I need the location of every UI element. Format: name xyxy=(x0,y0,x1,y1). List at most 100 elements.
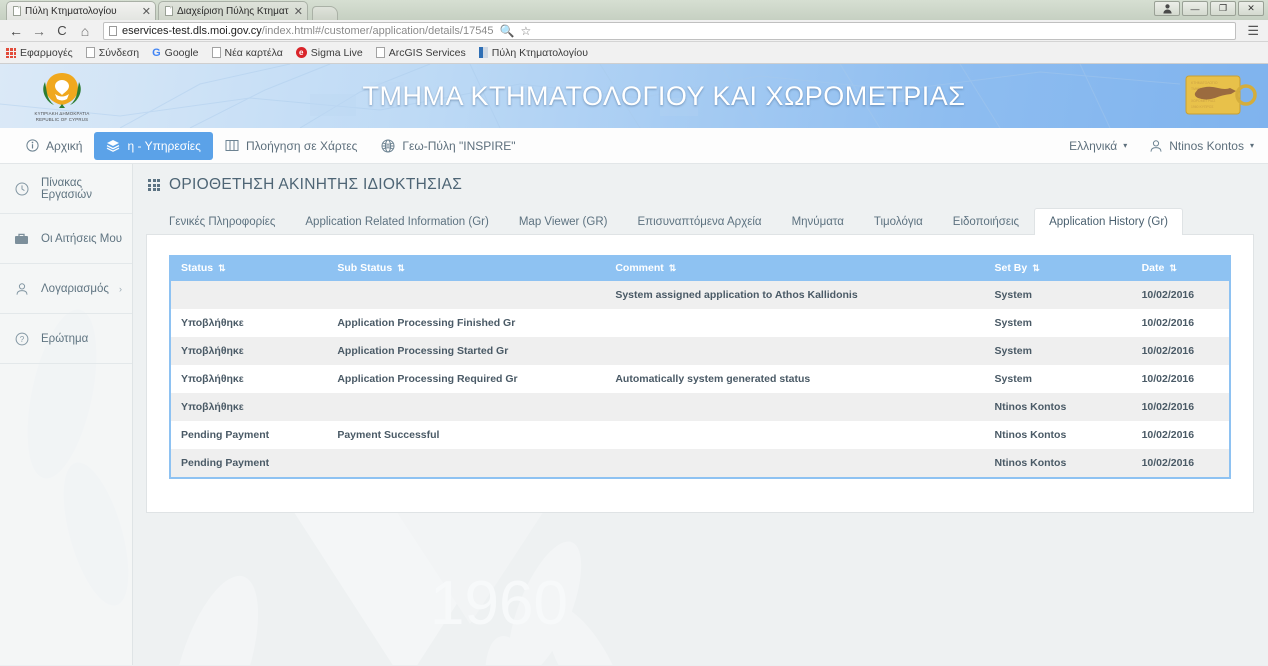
user-menu[interactable]: Ntinos Kontos ▾ xyxy=(1149,139,1254,153)
question-circle-icon: ? xyxy=(14,332,29,346)
table-row[interactable]: System assigned application to Athos Kal… xyxy=(168,281,1232,309)
layers-icon xyxy=(107,140,120,152)
cell-sub-status: Application Processing Required Gr xyxy=(337,373,518,385)
table-row[interactable]: Υποβλήθηκε Application Processing Finish… xyxy=(168,309,1232,337)
cell-date: 10/02/2016 xyxy=(1131,421,1232,449)
bookmark-pyli[interactable]: Πύλη Κτηματολογίου xyxy=(478,47,588,59)
bookmark-label: Εφαρμογές xyxy=(20,46,73,59)
close-icon[interactable]: ✕ xyxy=(294,5,303,18)
cell-status: Pending Payment xyxy=(168,421,328,449)
sidebar-item-erotima[interactable]: ? Ερώτημα xyxy=(0,314,132,364)
browser-tab-0[interactable]: Πύλη Κτηματολογίου ✕ xyxy=(6,1,156,20)
minimize-button[interactable]: — xyxy=(1182,1,1208,16)
sort-icon[interactable]: ⇅ xyxy=(218,263,226,273)
address-bar[interactable]: eservices-test.dls.moi.gov.cy/index.html… xyxy=(103,21,1237,40)
language-selector[interactable]: Ελληνικά ▾ xyxy=(1069,139,1127,153)
body-area: Πίνακας Εργασιών Οι Αιτήσεις Μου Λογαρια… xyxy=(0,164,1268,665)
cell-sub-status: Payment Successful xyxy=(337,429,440,441)
tab-episinaptomena-arxeia[interactable]: Επισυναπτόμενα Αρχεία xyxy=(622,208,776,234)
window-controls: — ❐ ✕ xyxy=(1154,1,1264,16)
tab-strip: Γενικές Πληροφορίες Application Related … xyxy=(146,208,1254,235)
page-title: ΟΡΙΟΘΕΤΗΣΗ ΑΚΙΝΗΤΗΣ ΙΔΙΟΚΤΗΣΙΑΣ xyxy=(148,176,1254,194)
back-icon[interactable]: ← xyxy=(6,21,26,41)
briefcase-icon xyxy=(14,232,29,245)
cell-set-by: System xyxy=(994,289,1032,301)
tab-application-history[interactable]: Application History (Gr) xyxy=(1034,208,1183,235)
column-header-date[interactable]: Date ⇅ xyxy=(1131,255,1232,281)
tab-timologia[interactable]: Τιμολόγια xyxy=(859,208,938,234)
bookmark-sindesi[interactable]: Σύνδεση xyxy=(85,46,140,59)
cell-date: 10/02/2016 xyxy=(1131,393,1232,421)
cell-status: Pending Payment xyxy=(168,449,328,479)
language-label: Ελληνικά xyxy=(1069,138,1118,153)
cell-date: 10/02/2016 xyxy=(1131,449,1232,479)
table-head: Status ⇅ Sub Status ⇅ Comment ⇅ Set By ⇅ xyxy=(168,255,1232,281)
new-tab-button[interactable] xyxy=(312,6,338,20)
zoom-out-icon[interactable]: 🔍 xyxy=(500,24,515,38)
table-body: System assigned application to Athos Kal… xyxy=(168,281,1232,479)
column-header-status[interactable]: Status ⇅ xyxy=(168,255,328,281)
column-header-set-by[interactable]: Set By ⇅ xyxy=(984,255,1132,281)
page-icon xyxy=(165,6,173,16)
tab-minymata[interactable]: Μηνύματα xyxy=(777,208,859,234)
bookmark-nea-kartela[interactable]: Νέα καρτέλα xyxy=(211,47,283,59)
coat-of-arms-icon xyxy=(43,72,81,108)
tab-genikes-plirofories[interactable]: Γενικές Πληροφορίες xyxy=(154,208,290,234)
close-icon[interactable]: ✕ xyxy=(142,5,151,18)
column-header-sub-status[interactable]: Sub Status ⇅ xyxy=(327,255,606,281)
forward-icon[interactable]: → xyxy=(29,21,49,41)
table-row[interactable]: Υποβλήθηκε Ntinos Kontos 10/02/2016 xyxy=(168,393,1232,421)
close-window-button[interactable]: ✕ xyxy=(1238,1,1264,16)
bookmark-arcgis[interactable]: ArcGIS Services xyxy=(375,47,466,59)
home-icon[interactable]: ⌂ xyxy=(75,21,95,41)
profile-icon[interactable] xyxy=(1154,1,1180,16)
bookmark-google[interactable]: G Google xyxy=(152,47,198,59)
bookmark-apps[interactable]: Εφαρμογές xyxy=(6,47,73,59)
tab-eidopoiiseis[interactable]: Ειδοποιήσεις xyxy=(938,208,1034,234)
cell-date: 10/02/2016 xyxy=(1131,309,1232,337)
maximize-button[interactable]: ❐ xyxy=(1210,1,1236,16)
cell-comment xyxy=(605,309,984,337)
bookmark-sigma-live[interactable]: e Sigma Live xyxy=(295,47,363,59)
table-row[interactable]: Pending Payment Payment Successful Ntino… xyxy=(168,421,1232,449)
cell-comment xyxy=(605,449,985,479)
sidebar-item-pinakas-ergasion[interactable]: Πίνακας Εργασιών xyxy=(0,164,132,214)
sort-icon[interactable]: ⇅ xyxy=(1169,263,1177,273)
nav-item-ploigisi-se-xartes[interactable]: Πλοήγηση σε Χάρτες xyxy=(213,132,369,160)
reload-icon[interactable]: C xyxy=(52,21,72,41)
tab-application-related-information[interactable]: Application Related Information (Gr) xyxy=(290,208,503,234)
crest-text-gr: ΚΥΠΡΙΑΚΗ ΔΗΜΟΚΡΑΤΙΑ xyxy=(34,110,90,116)
main-content: ΟΡΙΟΘΕΤΗΣΗ ΑΚΙΝΗΤΗΣ ΙΔΙΟΚΤΗΣΙΑΣ Γενικές … xyxy=(133,164,1268,665)
cell-set-by: System xyxy=(994,345,1032,357)
main-navigation: Αρχική η - Υπηρεσίες Πλοήγηση σε Χάρτες xyxy=(0,128,1268,164)
bookmark-label: Σύνδεση xyxy=(98,46,140,59)
cell-comment xyxy=(605,393,984,421)
cell-sub-status xyxy=(327,449,606,479)
browser-tab-1[interactable]: Διαχείριση Πύλης Κτηματ ✕ xyxy=(158,1,308,20)
sort-icon[interactable]: ⇅ xyxy=(669,263,677,273)
table-row[interactable]: Pending Payment Ntinos Kontos 10/02/2016 xyxy=(168,449,1232,479)
column-label: Status xyxy=(181,262,214,274)
column-label: Set By xyxy=(994,262,1028,274)
tab-map-viewer[interactable]: Map Viewer (GR) xyxy=(504,208,623,234)
site-header: ΚΥΠΡΙΑΚΗ ΔΗΜΟΚΡΑΤΙΑ REPUBLIC OF CYPRUS Τ… xyxy=(0,64,1268,128)
cell-status xyxy=(168,281,328,309)
nav-item-geo-pyli-inspire[interactable]: Γεω-Πύλη "INSPIRE" xyxy=(369,132,527,160)
table-row[interactable]: Υποβλήθηκε Application Processing Starte… xyxy=(168,337,1232,365)
tab-panel-application-history: Status ⇅ Sub Status ⇅ Comment ⇅ Set By ⇅ xyxy=(146,235,1254,513)
sort-icon[interactable]: ⇅ xyxy=(397,263,405,273)
sidebar-item-oi-aitiseis-mou[interactable]: Οι Αιτήσεις Μου xyxy=(0,214,132,264)
nav-item-e-ypiresies[interactable]: η - Υπηρεσίες xyxy=(94,131,213,160)
person-icon xyxy=(1150,139,1162,152)
crest-text-en: REPUBLIC OF CYPRUS xyxy=(35,116,89,122)
column-header-comment[interactable]: Comment ⇅ xyxy=(605,255,985,281)
browser-navbar: ← → C ⌂ eservices-test.dls.moi.gov.cy/in… xyxy=(0,20,1268,42)
sidebar-item-logariasmos[interactable]: Λογαριασμός › xyxy=(0,264,132,314)
browser-tab-label: Διαχείριση Πύλης Κτηματ xyxy=(177,5,289,17)
page-security-icon xyxy=(109,25,117,36)
star-icon[interactable]: ☆ xyxy=(521,24,532,38)
table-row[interactable]: Υποβλήθηκε Application Processing Requir… xyxy=(168,365,1232,393)
sort-icon[interactable]: ⇅ xyxy=(1032,263,1040,273)
nav-item-arxiki[interactable]: Αρχική xyxy=(14,132,94,160)
menu-icon[interactable]: ☰ xyxy=(1244,23,1262,39)
